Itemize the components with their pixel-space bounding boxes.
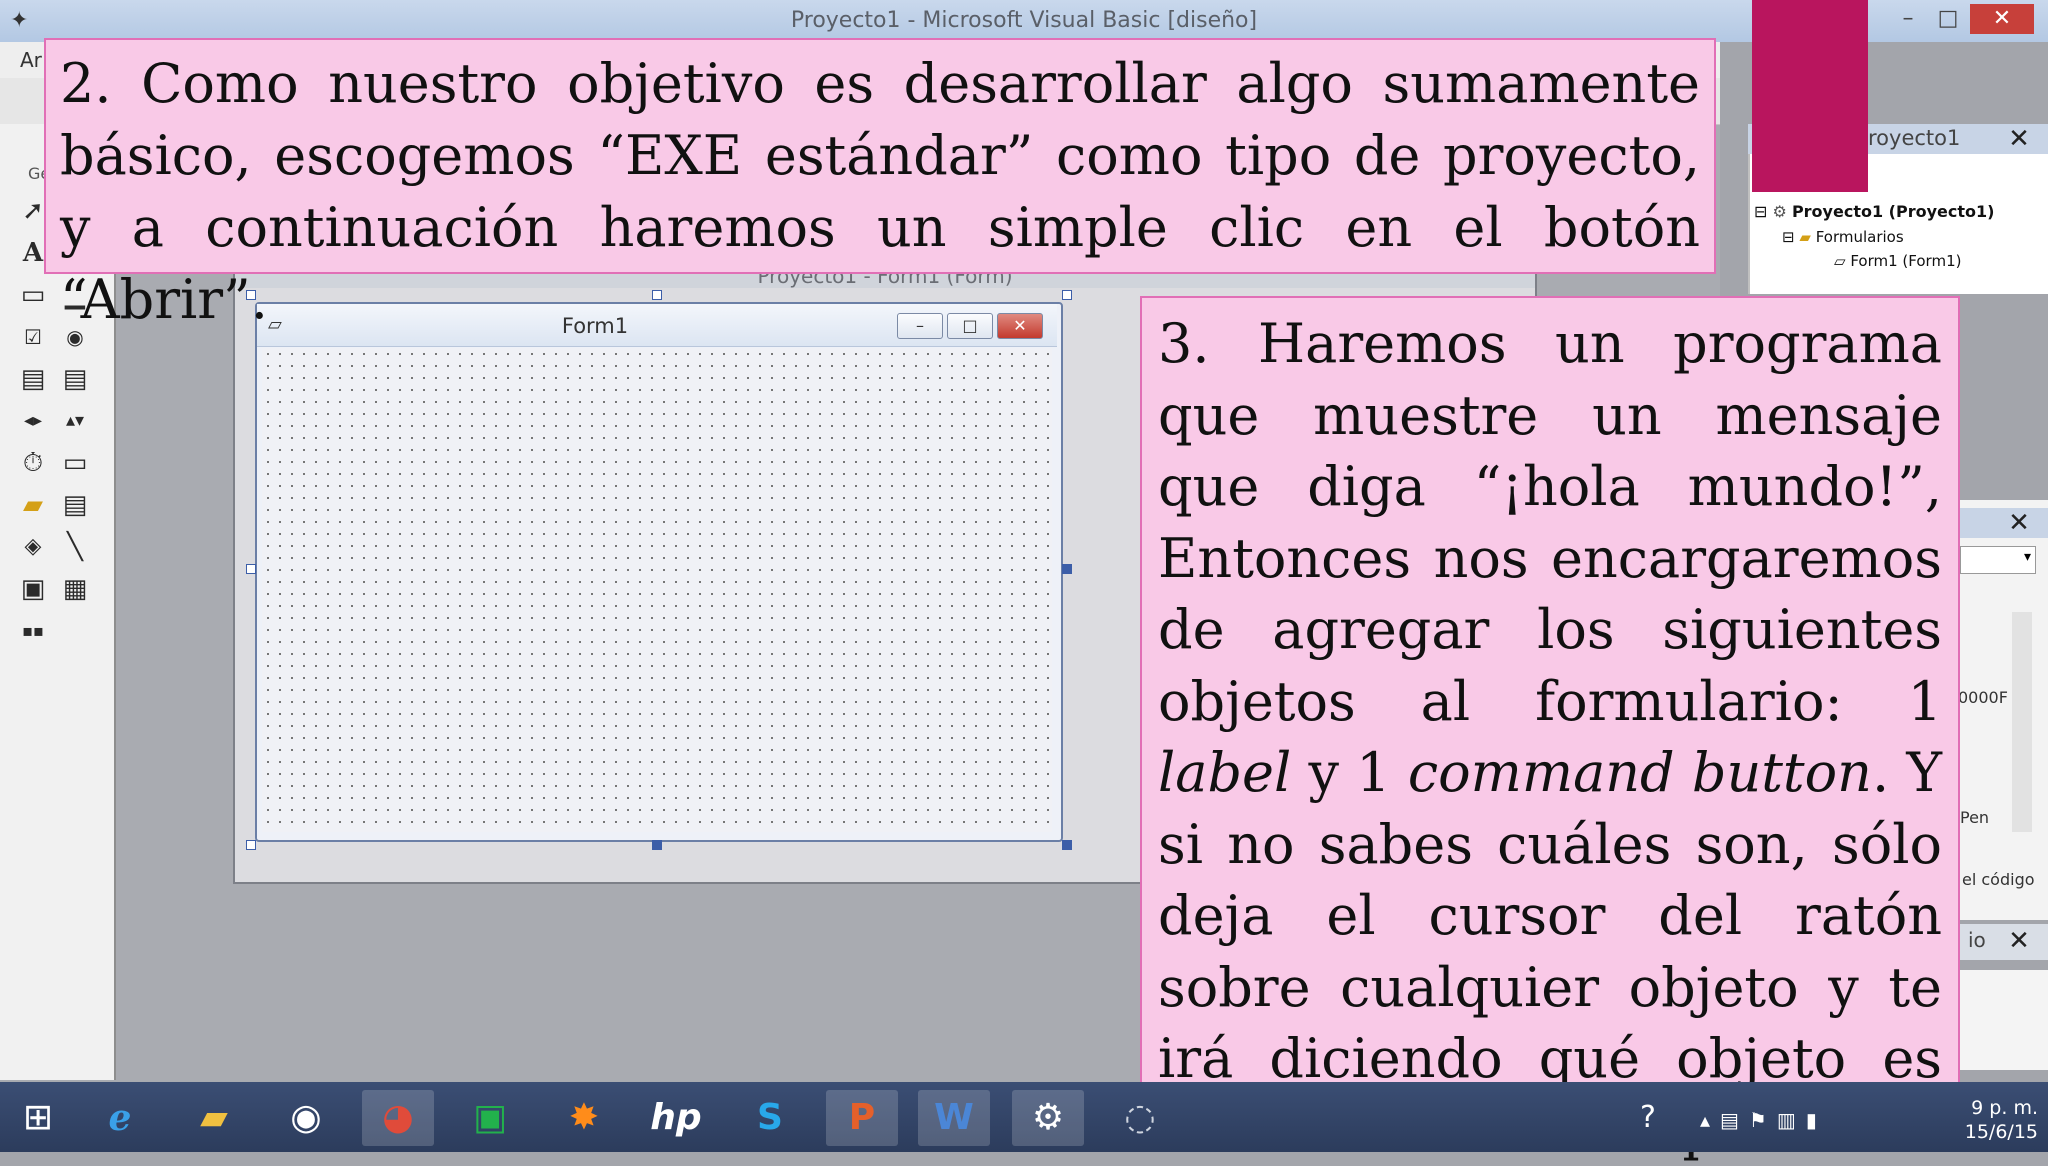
form1-title: Form1 bbox=[561, 314, 629, 338]
form-design-grid[interactable] bbox=[262, 348, 1052, 832]
form-layout-title: io bbox=[1968, 928, 1986, 952]
combobox-tool-icon[interactable]: ▤ bbox=[16, 362, 50, 396]
data-tool-icon[interactable]: ▦ bbox=[58, 572, 92, 606]
resize-handle[interactable] bbox=[652, 840, 662, 850]
note-step3-button-term: command button bbox=[1407, 741, 1872, 804]
dirlistbox-tool-icon[interactable]: ▰ bbox=[16, 488, 50, 522]
webcam-icon[interactable]: ◉ bbox=[270, 1090, 342, 1146]
note-step3-text-mid: y 1 bbox=[1291, 741, 1408, 804]
resize-handle[interactable] bbox=[1062, 840, 1072, 850]
resize-handle[interactable] bbox=[1062, 564, 1072, 574]
start-icon[interactable]: ⊞ bbox=[2, 1090, 74, 1146]
close-button[interactable]: ✕ bbox=[1970, 4, 2034, 34]
form-icon: ▱ bbox=[1834, 252, 1846, 270]
listbox-tool-icon[interactable]: ▤ bbox=[58, 362, 92, 396]
resize-handle[interactable] bbox=[246, 840, 256, 850]
form1-minimize-button[interactable]: – bbox=[897, 313, 943, 339]
window-title: Proyecto1 - Microsoft Visual Basic [dise… bbox=[790, 8, 1258, 33]
properties-close-button[interactable]: ✕ bbox=[2004, 508, 2034, 538]
shape-tool-icon[interactable]: ◈ bbox=[16, 530, 50, 564]
vb6-icon[interactable]: ⚙ bbox=[1012, 1090, 1084, 1146]
instruction-note-step3: 3. Haremos un programa que muestre un me… bbox=[1140, 296, 1960, 1162]
tree-item-label: Proyecto1 (Proyecto1) bbox=[1791, 202, 1995, 221]
clock-time: 9 p. m. bbox=[1971, 1097, 2038, 1119]
line-tool-icon[interactable]: ╲ bbox=[58, 530, 92, 564]
instruction-note-step2: 2. Como nuestro objetivo es desarrollar … bbox=[44, 38, 1716, 331]
hp-icon[interactable]: hp bbox=[640, 1090, 712, 1146]
title-bar: ✦ Proyecto1 - Microsoft Visual Basic [di… bbox=[0, 0, 2048, 42]
description-text: el código bbox=[1962, 870, 2035, 889]
file-explorer-icon[interactable]: ▰ bbox=[178, 1090, 250, 1146]
tray-icons[interactable]: ▴▤⚑▥▮ bbox=[1700, 1108, 1827, 1132]
folder-icon: ▰ bbox=[1799, 228, 1811, 246]
help-icon[interactable]: ? bbox=[1640, 1100, 1656, 1135]
tree-expander-icon[interactable]: ⊟ bbox=[1782, 228, 1795, 246]
form-layout-area bbox=[1960, 970, 2048, 1070]
filelistbox-tool-icon[interactable]: ▤ bbox=[58, 488, 92, 522]
project-explorer-close-button[interactable]: ✕ bbox=[2004, 124, 2034, 154]
image-tool-icon[interactable]: ▣ bbox=[16, 572, 50, 606]
ie-icon[interactable]: e bbox=[84, 1090, 156, 1146]
hscrollbar-tool-icon[interactable]: ◂▸ bbox=[16, 404, 50, 438]
store-icon[interactable]: ▣ bbox=[454, 1090, 526, 1146]
project-explorer-title: royecto1 bbox=[1868, 126, 1961, 150]
vscrollbar-tool-icon[interactable]: ▴▾ bbox=[58, 404, 92, 438]
paint-icon[interactable]: ✸ bbox=[548, 1090, 620, 1146]
tree-item-label: Formularios bbox=[1815, 228, 1904, 246]
word-icon[interactable]: W bbox=[918, 1090, 990, 1146]
tree-item-label: Form1 (Form1) bbox=[1850, 252, 1962, 270]
menu-item-archivo[interactable]: Ar bbox=[20, 48, 42, 72]
chrome-icon[interactable]: ◕ bbox=[362, 1090, 434, 1146]
resize-handle[interactable] bbox=[1062, 290, 1072, 300]
maximize-button[interactable]: □ bbox=[1928, 4, 1968, 34]
ole-tool-icon[interactable]: ▪▪ bbox=[16, 614, 50, 648]
project-icon: ⚙ bbox=[1772, 202, 1787, 221]
tree-item-project[interactable]: ⊟ ⚙ Proyecto1 (Proyecto1) bbox=[1754, 202, 1994, 221]
note-step3-text-a: 3. Haremos un programa que muestre un me… bbox=[1158, 312, 1942, 733]
form-layout-close-button[interactable]: ✕ bbox=[2004, 926, 2034, 956]
resize-handle[interactable] bbox=[652, 290, 662, 300]
property-value-pen[interactable]: Pen bbox=[1960, 808, 1989, 827]
tree-expander-icon[interactable]: ⊟ bbox=[1754, 202, 1767, 221]
taskbar-clock[interactable]: 9 p. m. 15/6/15 bbox=[1920, 1096, 2038, 1144]
tree-item-form1[interactable]: ▱ Form1 (Form1) bbox=[1834, 252, 1961, 270]
tree-item-formularios[interactable]: ⊟ ▰ Formularios bbox=[1782, 228, 1904, 246]
properties-scrollbar[interactable] bbox=[2012, 612, 2032, 832]
drivelistbox-tool-icon[interactable]: ▭ bbox=[58, 446, 92, 480]
chevron-down-icon[interactable]: ▾ bbox=[2024, 549, 2031, 565]
property-value[interactable]: 0000F bbox=[1958, 688, 2008, 707]
skype-icon[interactable]: S bbox=[734, 1090, 806, 1146]
clock-date: 15/6/15 bbox=[1964, 1121, 2038, 1143]
form1-close-button[interactable]: ✕ bbox=[997, 313, 1043, 339]
timer-tool-icon[interactable]: ⏱ bbox=[16, 446, 50, 480]
powerpoint-icon[interactable]: P bbox=[826, 1090, 898, 1146]
note-step3-label-term: label bbox=[1158, 741, 1292, 804]
form1-maximize-button[interactable]: □ bbox=[947, 313, 993, 339]
object-selector-dropdown[interactable]: ▾ bbox=[1960, 546, 2036, 574]
slide-accent-block bbox=[1752, 0, 1868, 192]
resize-handle[interactable] bbox=[246, 564, 256, 574]
minimize-button[interactable]: – bbox=[1888, 4, 1928, 34]
checkbox-tool-icon[interactable]: ☑ bbox=[16, 320, 50, 354]
app-icon[interactable]: ◌ bbox=[1104, 1090, 1176, 1146]
frame-tool-icon[interactable]: ▭ bbox=[16, 278, 50, 312]
